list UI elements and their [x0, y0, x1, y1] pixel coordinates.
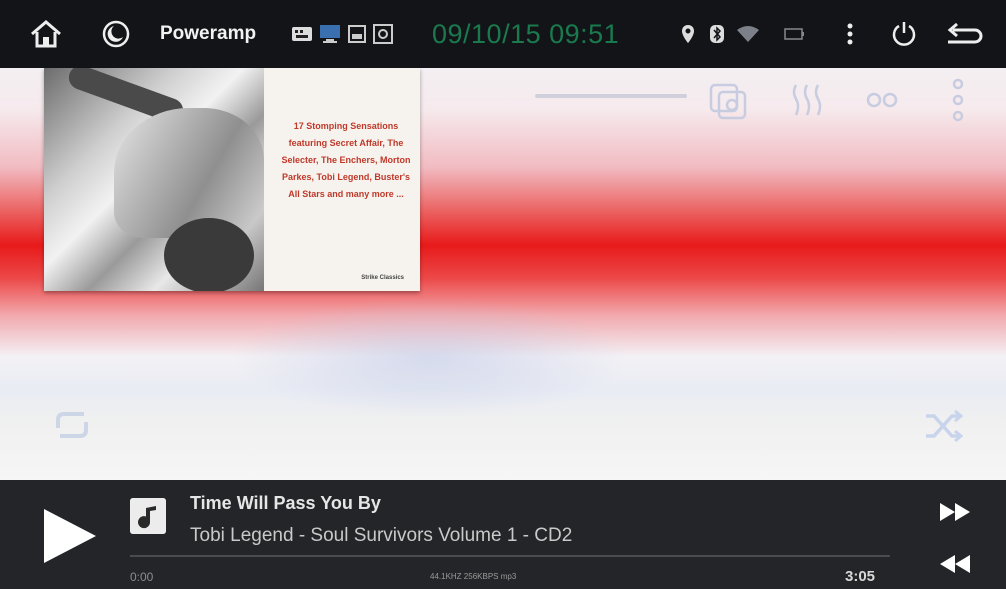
- music-note-icon: [130, 498, 166, 534]
- status-bar: Poweramp 09/10/15 09:51: [0, 0, 1006, 68]
- album-photo: [44, 68, 264, 291]
- visualizer-icon[interactable]: [864, 88, 904, 117]
- home-icon[interactable]: [24, 0, 68, 68]
- next-icon[interactable]: [936, 500, 976, 529]
- album-art-credit: Strike Classics: [361, 275, 404, 281]
- duration: 3:05: [845, 568, 876, 585]
- track-title: Time Will Pass You By: [190, 493, 381, 513]
- app-title: Poweramp: [160, 23, 257, 44]
- clock: 09/10/15 09:51: [432, 18, 620, 49]
- background-blur: [230, 298, 630, 418]
- elapsed-time: 0:00: [130, 570, 154, 584]
- gallery-icon: [346, 0, 368, 68]
- night-mode-icon[interactable]: [96, 0, 136, 68]
- battery-icon: [780, 0, 808, 68]
- keyboard-icon: [290, 0, 314, 68]
- back-icon[interactable]: [942, 0, 986, 68]
- progress-bar[interactable]: [130, 555, 890, 557]
- track-artist-album: Tobi Legend - Soul Survivors Volume 1 - …: [190, 525, 573, 546]
- playback-bar: Time Will Pass You By Tobi Legend - Soul…: [0, 480, 1006, 589]
- seek-indicator: [535, 94, 687, 98]
- repeat-icon[interactable]: [52, 408, 92, 447]
- sd-card-icon: [370, 0, 396, 68]
- play-button[interactable]: [40, 507, 98, 565]
- location-icon: [677, 0, 699, 68]
- wifi-icon: [734, 0, 762, 68]
- previous-icon[interactable]: [934, 552, 974, 581]
- format-info: 44.1KHZ 256KBPS mp3: [430, 572, 517, 581]
- more-options-icon[interactable]: [840, 0, 860, 68]
- power-icon[interactable]: [884, 0, 924, 68]
- equalizer-icon[interactable]: [790, 82, 824, 123]
- library-icon[interactable]: [708, 82, 748, 125]
- album-art-text: 17 Stomping Sensations featuring Secret …: [281, 121, 411, 199]
- bluetooth-icon: [706, 0, 728, 68]
- monitor-icon: [318, 0, 342, 68]
- album-art[interactable]: 17 Stomping Sensations featuring Secret …: [44, 68, 420, 291]
- shuffle-icon[interactable]: [924, 409, 964, 447]
- now-playing-area: 17 Stomping Sensations featuring Secret …: [0, 68, 1006, 480]
- menu-icon[interactable]: [950, 78, 966, 127]
